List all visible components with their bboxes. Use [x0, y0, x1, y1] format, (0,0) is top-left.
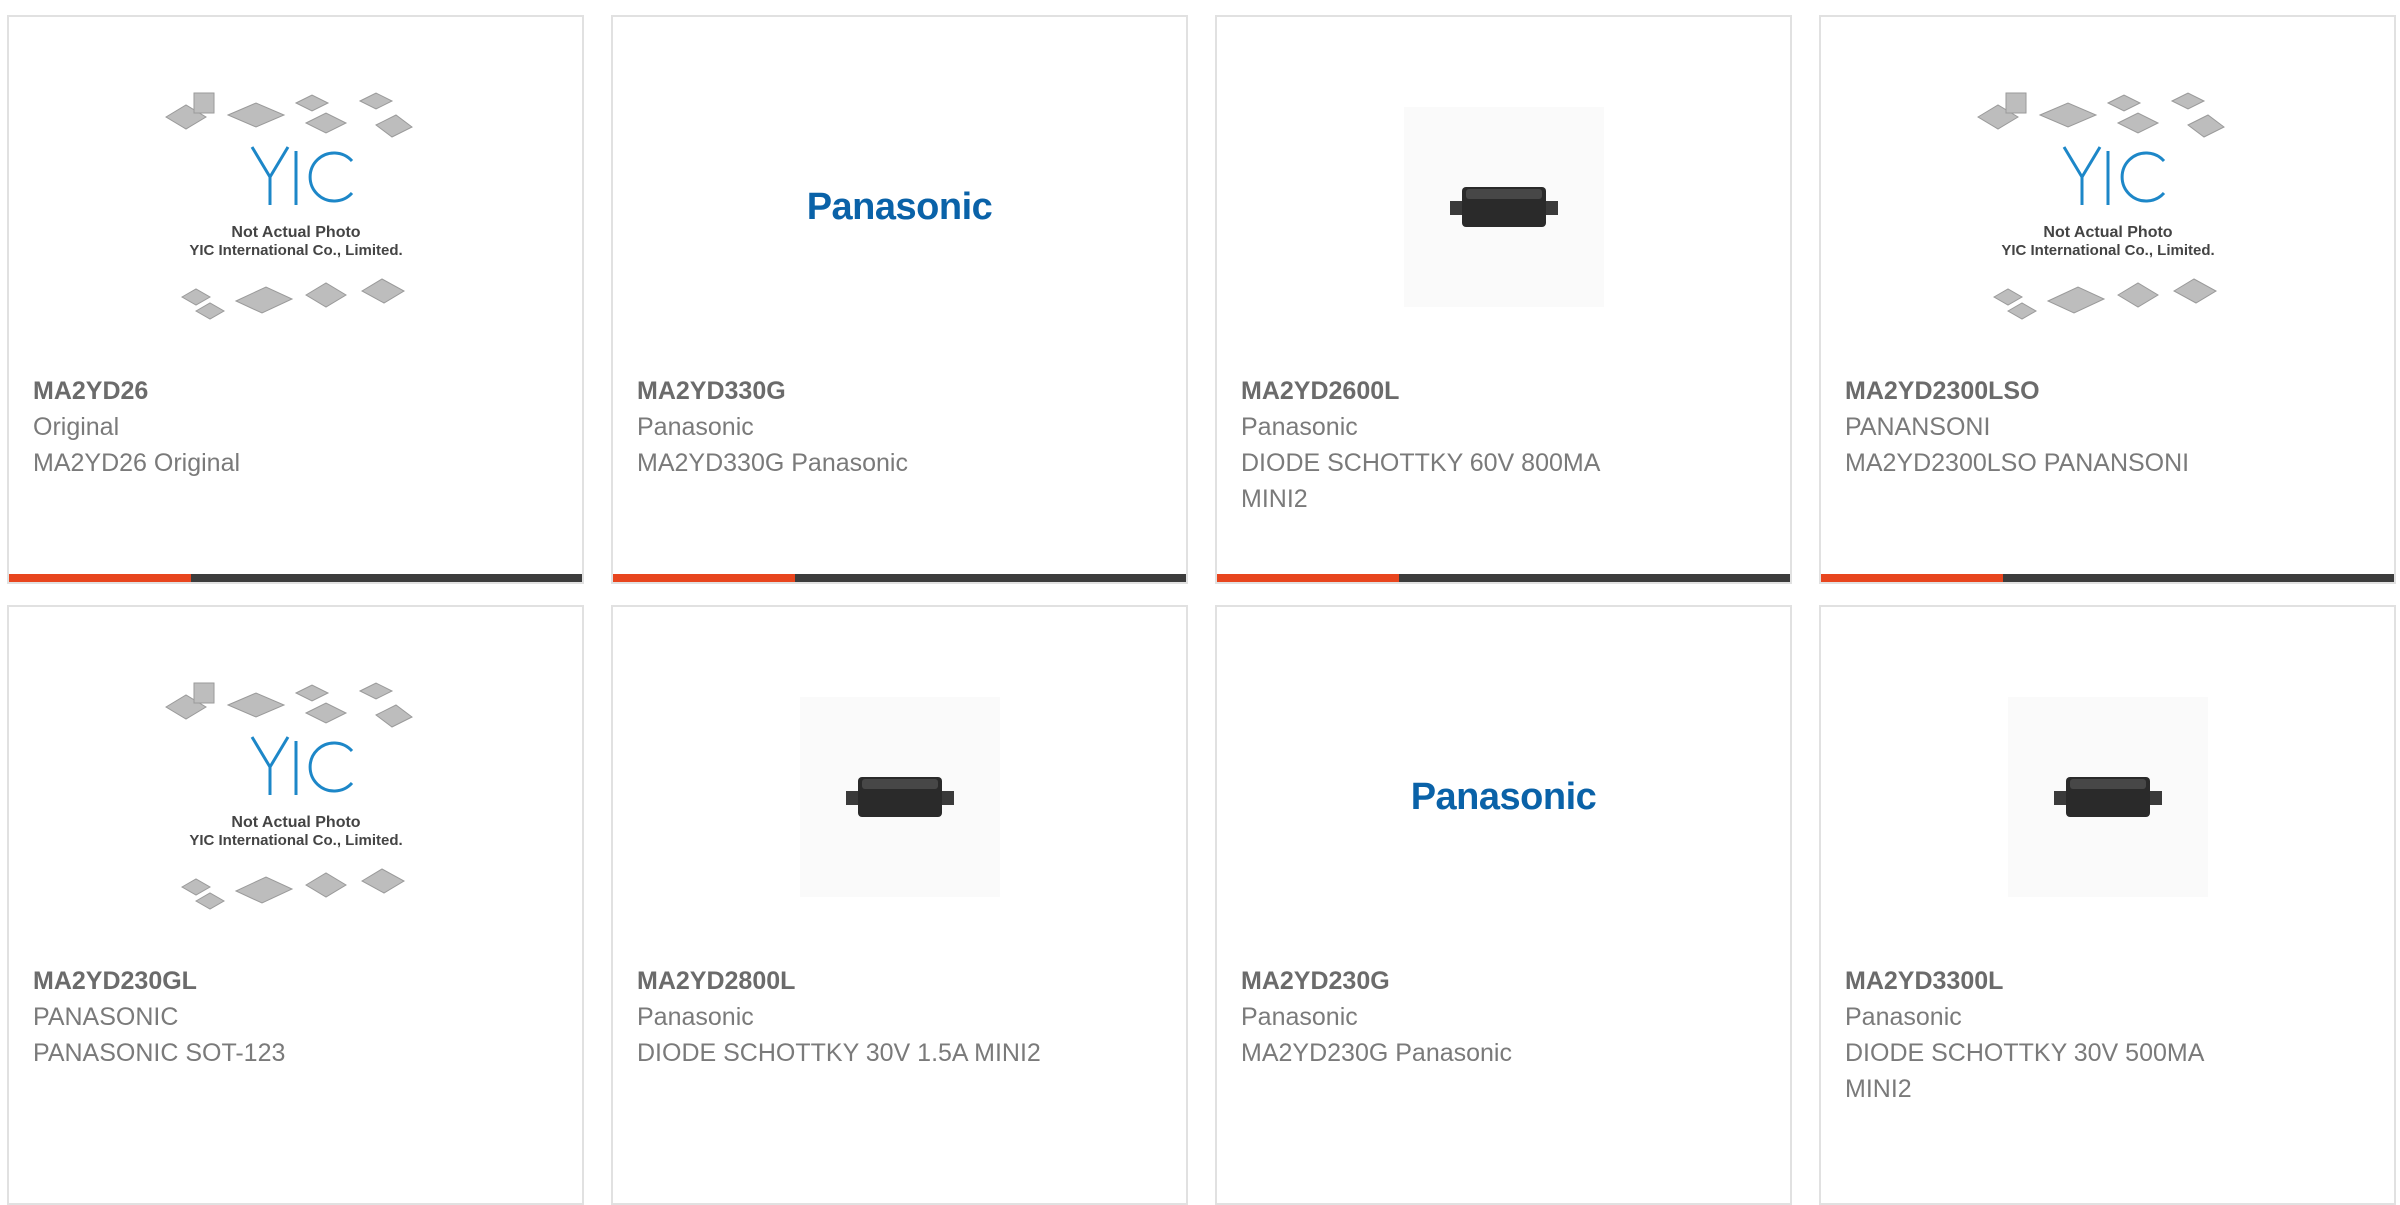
card-bottom-bar: [613, 574, 1186, 582]
manufacturer: Panasonic: [637, 413, 754, 441]
yic-logo-icon: [250, 146, 353, 205]
diode-icon: [845, 777, 954, 817]
product-card[interactable]: Panasonic MA2YD230G Panasonic MA2YD230G …: [1215, 605, 1792, 1205]
product-image[interactable]: Panasonic: [613, 57, 1186, 357]
manufacturer: Panasonic: [1241, 413, 1358, 441]
yic-placeholder-image: Not Actual Photo YIC International Co., …: [164, 92, 413, 320]
product-grid: Not Actual Photo YIC International Co., …: [0, 0, 2400, 1205]
product-card[interactable]: MA2YD3300L Panasonic DIODE SCHOTTKY 30V …: [1819, 605, 2396, 1205]
description: MA2YD330G Panasonic: [637, 449, 908, 477]
product-card[interactable]: Not Actual Photo YIC International Co., …: [7, 15, 584, 584]
panasonic-logo: Panasonic: [806, 185, 993, 228]
product-card[interactable]: Not Actual Photo YIC International Co., …: [1819, 15, 2396, 584]
card-accent: [613, 574, 795, 582]
diode-icon: [2053, 777, 2162, 817]
part-number[interactable]: MA2YD230G: [1241, 963, 1766, 999]
yic-placeholder-image: Not Actual Photo YIC International Co., …: [1976, 92, 2225, 320]
description: DIODE SCHOTTKY 60V 800MA MINI2: [1241, 449, 1599, 513]
svg-text:YIC International Co., Limited: YIC International Co., Limited.: [189, 242, 402, 259]
product-card[interactable]: MA2YD2800L Panasonic DIODE SCHOTTKY 30V …: [611, 605, 1188, 1205]
yic-placeholder-image: Not Actual Photo YIC International Co., …: [164, 682, 413, 910]
card-accent: [1217, 574, 1399, 582]
card-accent: [9, 574, 191, 582]
product-image[interactable]: Not Actual Photo YIC International Co., …: [9, 647, 582, 947]
manufacturer: Panasonic: [1241, 1003, 1358, 1031]
description: DIODE SCHOTTKY 30V 1.5A MINI2: [637, 1039, 1041, 1067]
part-number[interactable]: MA2YD2800L: [637, 963, 1162, 999]
manufacturer: Original: [33, 413, 120, 441]
svg-text:Not Actual Photo: Not Actual Photo: [2043, 224, 2172, 241]
part-number[interactable]: MA2YD330G: [637, 373, 1162, 409]
yic-logo-icon: [250, 736, 353, 795]
product-image[interactable]: [1217, 57, 1790, 357]
description: MA2YD2300LSO PANANSONI: [1845, 449, 2190, 477]
part-number[interactable]: MA2YD230GL: [33, 963, 558, 999]
manufacturer: Panasonic: [637, 1003, 754, 1031]
part-number[interactable]: MA2YD26: [33, 373, 558, 409]
product-card[interactable]: Not Actual Photo YIC International Co., …: [7, 605, 584, 1205]
yic-logo-icon: [2062, 146, 2165, 205]
product-card[interactable]: MA2YD2600L Panasonic DIODE SCHOTTKY 60V …: [1215, 15, 1792, 584]
diode-photo: [2007, 697, 2208, 897]
product-image[interactable]: [613, 647, 1186, 947]
part-number[interactable]: MA2YD3300L: [1845, 963, 2370, 999]
card-bottom-bar: [9, 574, 582, 582]
product-image[interactable]: Not Actual Photo YIC International Co., …: [1821, 57, 2394, 357]
svg-text:Not Actual Photo: Not Actual Photo: [231, 814, 360, 831]
part-number[interactable]: MA2YD2300LSO: [1845, 373, 2370, 409]
panasonic-logo: Panasonic: [1410, 775, 1597, 818]
card-bottom-bar: [1217, 574, 1790, 582]
diode-photo: [1403, 107, 1604, 307]
product-image[interactable]: Not Actual Photo YIC International Co., …: [9, 57, 582, 357]
card-bottom-bar: [1821, 574, 2394, 582]
description: PANASONIC SOT-123: [33, 1039, 286, 1067]
description: DIODE SCHOTTKY 30V 500MA MINI2: [1845, 1039, 2203, 1103]
product-image[interactable]: Panasonic: [1217, 647, 1790, 947]
card-accent: [1821, 574, 2003, 582]
svg-text:YIC International Co., Limited: YIC International Co., Limited.: [2001, 242, 2214, 259]
description: MA2YD26 Original: [33, 449, 241, 477]
svg-text:YIC International Co., Limited: YIC International Co., Limited.: [189, 832, 402, 849]
description: MA2YD230G Panasonic: [1241, 1039, 1512, 1067]
svg-text:Not Actual Photo: Not Actual Photo: [231, 224, 360, 241]
part-number[interactable]: MA2YD2600L: [1241, 373, 1766, 409]
manufacturer: PANASONIC: [33, 1003, 179, 1031]
manufacturer: PANANSONI: [1845, 413, 1991, 441]
product-card[interactable]: Panasonic MA2YD330G Panasonic MA2YD330G …: [611, 15, 1188, 584]
manufacturer: Panasonic: [1845, 1003, 1962, 1031]
diode-photo: [799, 697, 1000, 897]
product-image[interactable]: [1821, 647, 2394, 947]
diode-icon: [1449, 187, 1558, 227]
